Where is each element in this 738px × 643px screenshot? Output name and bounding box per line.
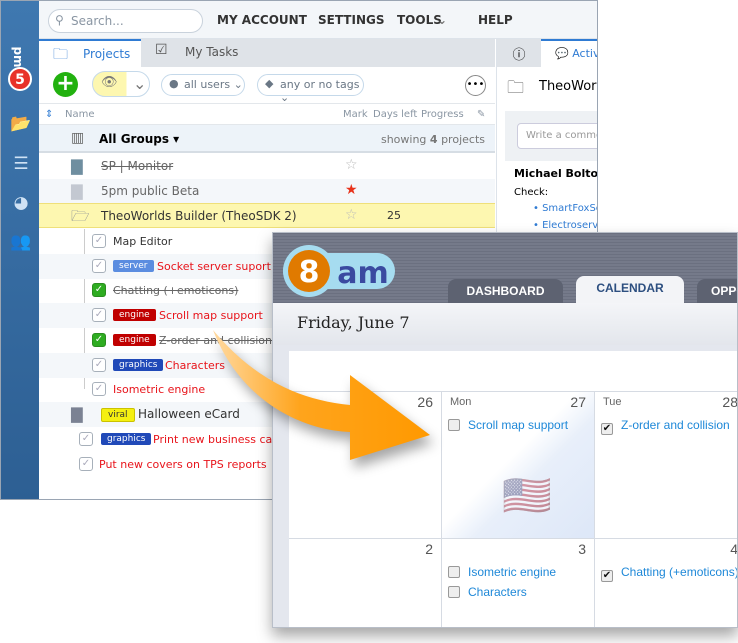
arrow-overlay [213, 330, 430, 460]
arrow-icon [213, 330, 430, 460]
